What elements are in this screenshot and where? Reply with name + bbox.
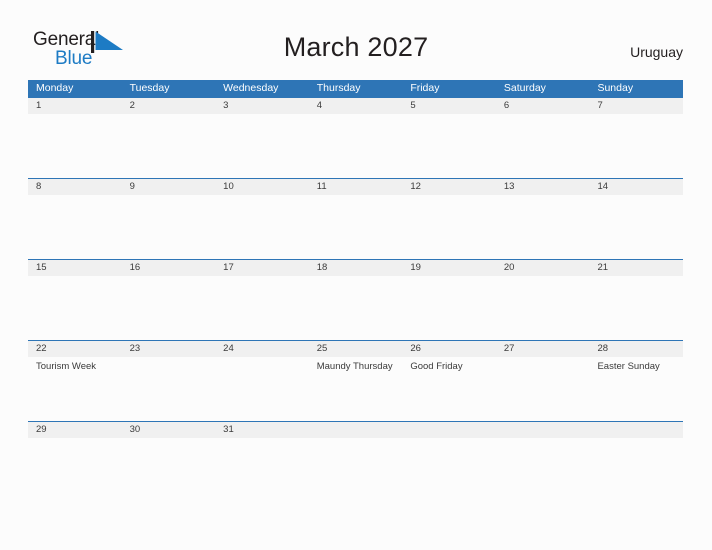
- week-event-band: [28, 114, 683, 178]
- weekday-header-sunday: Sunday: [597, 82, 634, 94]
- week-event-band: [28, 276, 683, 340]
- day-number[interactable]: 26: [402, 341, 496, 357]
- week-event-band: [28, 195, 683, 259]
- day-number[interactable]: 12: [402, 179, 496, 195]
- day-event: [28, 195, 122, 259]
- day-event: [215, 438, 309, 502]
- day-number[interactable]: 8: [28, 179, 122, 195]
- calendar-grid: Monday Tuesday Wednesday Thursday Friday…: [28, 80, 683, 502]
- day-event: [496, 114, 590, 178]
- calendar-week-row: 1 2 3 4 5 6 7: [28, 97, 683, 178]
- day-number[interactable]: 4: [309, 98, 403, 114]
- calendar-week-row: 8 9 10 11 12 13 14: [28, 178, 683, 259]
- day-number[interactable]: 16: [122, 260, 216, 276]
- day-number[interactable]: 30: [122, 422, 216, 438]
- day-number: [402, 422, 496, 438]
- day-number[interactable]: 2: [122, 98, 216, 114]
- weekday-header-thursday: Thursday: [316, 82, 361, 94]
- day-number[interactable]: 10: [215, 179, 309, 195]
- day-event: Tourism Week: [36, 361, 97, 372]
- day-number[interactable]: 27: [496, 341, 590, 357]
- day-event: [589, 114, 683, 178]
- day-event: Good Friday: [410, 361, 463, 372]
- day-number[interactable]: 19: [402, 260, 496, 276]
- day-event: [122, 438, 216, 502]
- day-event: [589, 276, 683, 340]
- day-number: [309, 422, 403, 438]
- day-number[interactable]: 28: [589, 341, 683, 357]
- day-number[interactable]: 31: [215, 422, 309, 438]
- day-number[interactable]: 11: [309, 179, 403, 195]
- day-event: [122, 357, 216, 421]
- weekday-header-saturday: Saturday: [503, 82, 546, 94]
- day-event: [402, 195, 496, 259]
- weekday-header-tuesday: Tuesday: [129, 82, 170, 94]
- day-event: [215, 276, 309, 340]
- weekday-header-row: Monday Tuesday Wednesday Thursday Friday…: [28, 80, 683, 97]
- day-event: [496, 438, 590, 502]
- day-event: [309, 438, 403, 502]
- day-number[interactable]: 7: [589, 98, 683, 114]
- calendar-page: General Blue March 2027 Uruguay Monday T…: [0, 0, 712, 550]
- day-event: [28, 438, 122, 502]
- day-event: [122, 276, 216, 340]
- week-event-band: [28, 438, 683, 502]
- day-number: [589, 422, 683, 438]
- calendar-week-row: 29 30 31: [28, 421, 683, 502]
- day-number: [496, 422, 590, 438]
- day-event: [309, 195, 403, 259]
- day-number[interactable]: 29: [28, 422, 122, 438]
- weekday-header-monday: Monday: [36, 82, 74, 94]
- day-event: [402, 114, 496, 178]
- weekday-header-friday: Friday: [410, 82, 440, 94]
- day-event: [215, 195, 309, 259]
- day-event: [309, 276, 403, 340]
- day-event: [215, 357, 309, 421]
- day-number[interactable]: 1: [28, 98, 122, 114]
- day-event: Easter Sunday: [597, 361, 660, 372]
- week-date-band: 1 2 3 4 5 6 7: [28, 97, 683, 114]
- day-number[interactable]: 3: [215, 98, 309, 114]
- day-event: [122, 195, 216, 259]
- day-number[interactable]: 6: [496, 98, 590, 114]
- day-number[interactable]: 9: [122, 179, 216, 195]
- calendar-week-row: 22 23 24 25 26 27 28 Tourism Week Maundy…: [28, 340, 683, 421]
- weekday-header-wednesday: Wednesday: [223, 82, 279, 94]
- day-number[interactable]: 25: [309, 341, 403, 357]
- day-event: [589, 195, 683, 259]
- page-title: March 2027: [283, 32, 429, 62]
- day-event: Maundy Thursday: [316, 361, 393, 372]
- day-number[interactable]: 22: [28, 341, 122, 357]
- day-number[interactable]: 20: [496, 260, 590, 276]
- day-event: [589, 438, 683, 502]
- day-number[interactable]: 17: [215, 260, 309, 276]
- page-header: General Blue March 2027 Uruguay: [0, 0, 712, 80]
- day-number[interactable]: 14: [589, 179, 683, 195]
- day-event: [496, 195, 590, 259]
- day-event: [122, 114, 216, 178]
- week-date-band: 22 23 24 25 26 27 28: [28, 340, 683, 357]
- week-date-band: 8 9 10 11 12 13 14: [28, 178, 683, 195]
- day-event: [402, 276, 496, 340]
- day-number[interactable]: 15: [28, 260, 122, 276]
- day-event: [496, 357, 590, 421]
- day-number[interactable]: 13: [496, 179, 590, 195]
- week-date-band: 15 16 17 18 19 20 21: [28, 259, 683, 276]
- day-number[interactable]: 24: [215, 341, 309, 357]
- day-number[interactable]: 23: [122, 341, 216, 357]
- day-number[interactable]: 21: [589, 260, 683, 276]
- week-date-band: 29 30 31: [28, 421, 683, 438]
- week-event-band: Tourism Week Maundy Thursday Good Friday…: [28, 357, 683, 421]
- day-event: [215, 114, 309, 178]
- calendar-week-row: 15 16 17 18 19 20 21: [28, 259, 683, 340]
- day-event: [402, 438, 496, 502]
- day-number[interactable]: 18: [309, 260, 403, 276]
- day-event: [309, 114, 403, 178]
- country-label: Uruguay: [630, 44, 683, 60]
- day-event: [496, 276, 590, 340]
- day-number[interactable]: 5: [402, 98, 496, 114]
- day-event: [28, 276, 122, 340]
- day-event: [28, 114, 122, 178]
